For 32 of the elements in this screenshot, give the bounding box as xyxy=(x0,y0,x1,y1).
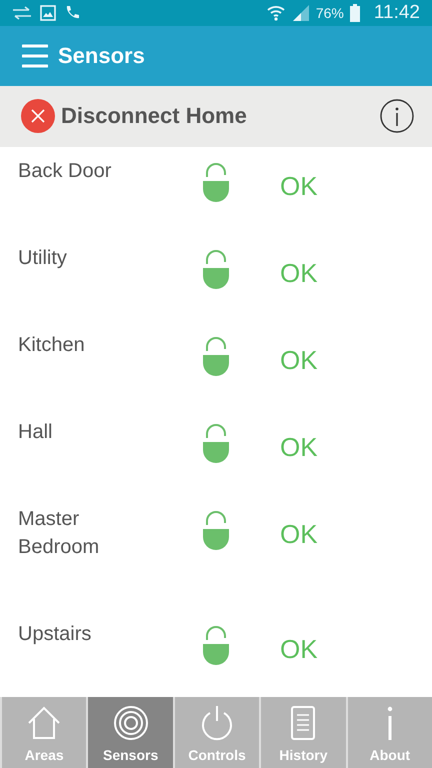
sensor-name: Kitchen xyxy=(18,332,86,358)
sensor-status: OK xyxy=(280,256,319,289)
nav-tab[interactable]: Controls xyxy=(174,696,260,768)
clock-time: 11:42 xyxy=(374,2,420,24)
sensor-status: OK xyxy=(280,344,319,376)
home-icon xyxy=(26,705,62,742)
sensor-status: OK xyxy=(280,170,319,202)
sensor-status: OK xyxy=(280,518,319,550)
sensor-name: Upstairs xyxy=(18,622,92,647)
sensor-status: OK xyxy=(280,430,319,463)
image-icon xyxy=(40,4,56,21)
battery-icon xyxy=(350,4,360,22)
battery-percent: 76% xyxy=(316,4,344,21)
sensor-name: Utility xyxy=(18,246,68,271)
nav-tab[interactable]: Areas xyxy=(2,696,86,768)
sensor-name: Back Door xyxy=(18,158,112,184)
nav-tab[interactable]: About xyxy=(348,696,432,768)
disconnect-icon[interactable] xyxy=(21,99,55,134)
screen-title: Sensors xyxy=(58,42,145,69)
wifi-icon xyxy=(266,4,286,22)
info-icon xyxy=(386,705,393,742)
menu-icon[interactable] xyxy=(22,42,48,69)
sync-icon xyxy=(12,6,32,20)
nav-tab[interactable]: Sensors xyxy=(88,696,173,768)
nav-tab[interactable]: History xyxy=(261,696,346,768)
info-icon[interactable] xyxy=(380,99,414,134)
sensor-name: Master Bedroom xyxy=(18,506,100,560)
sensor-status: OK xyxy=(280,632,319,665)
sensor-name: Hall xyxy=(18,420,54,445)
connection-label[interactable]: Disconnect Home xyxy=(61,103,374,130)
signal-icon xyxy=(292,4,310,21)
concentric-circles-icon xyxy=(112,705,149,742)
